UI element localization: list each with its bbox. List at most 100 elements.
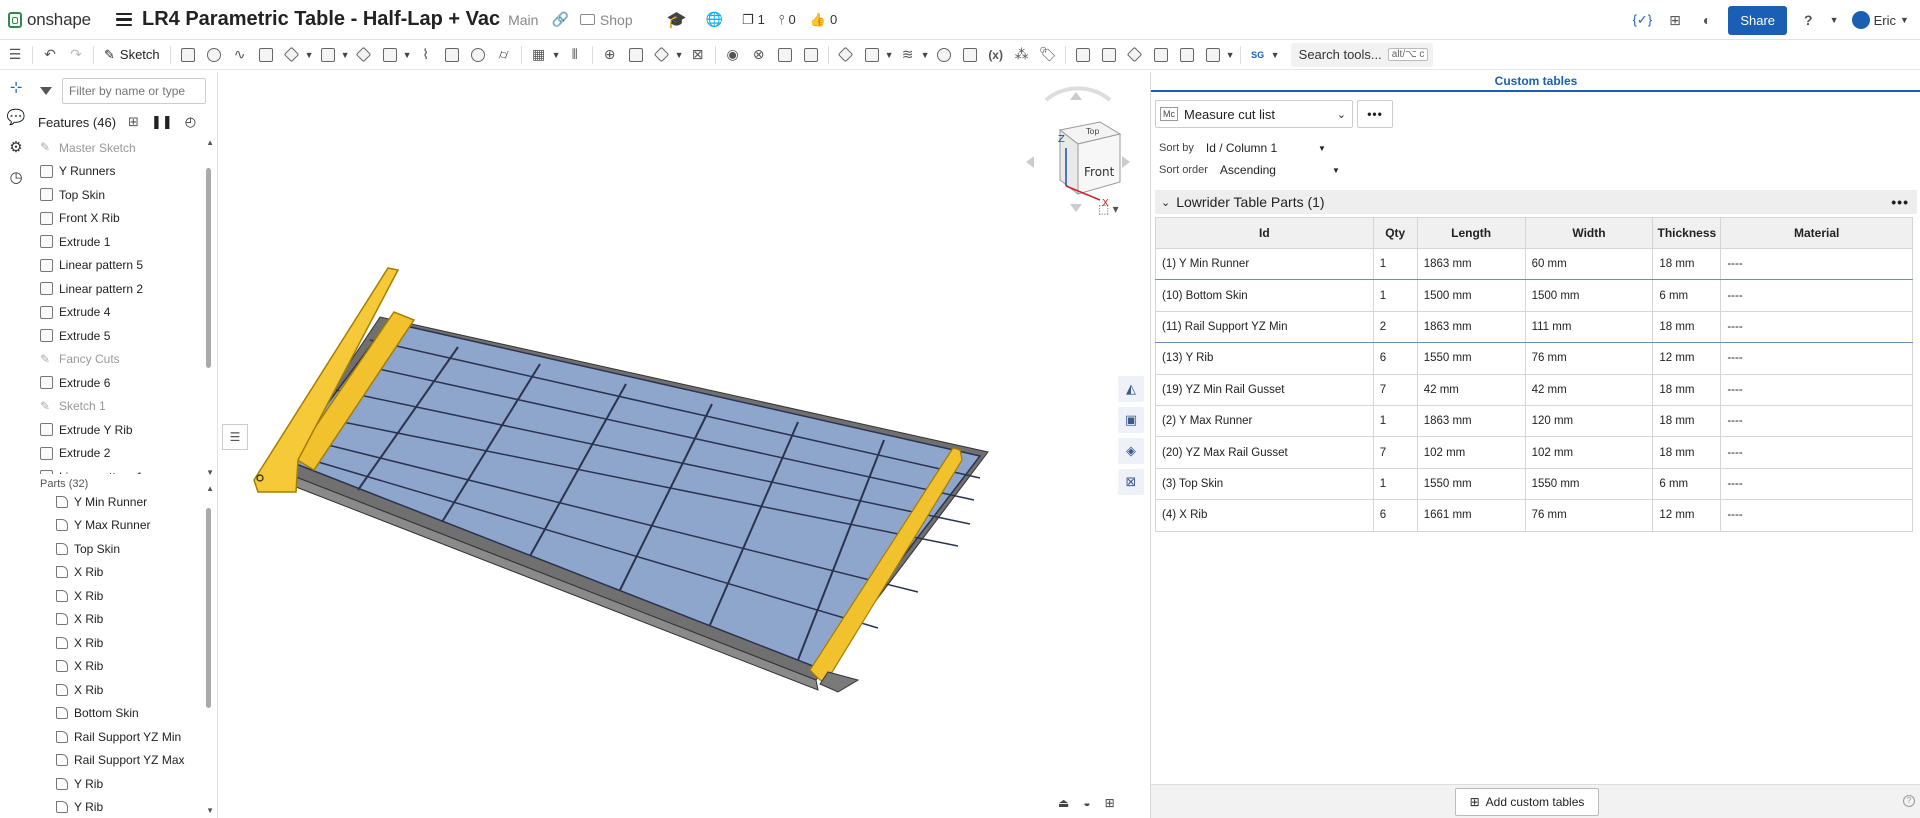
table-menu-icon[interactable]: ••• xyxy=(1891,194,1909,210)
table-row[interactable]: (3) Top Skin 1 1550 mm 1550 mm 6 mm ---- xyxy=(1155,467,1913,501)
table-options-button[interactable]: ••• xyxy=(1357,100,1393,128)
view-cube-front-label[interactable]: Front xyxy=(1084,165,1115,179)
feature-list-scrollbar[interactable] xyxy=(206,168,211,368)
split-icon[interactable] xyxy=(623,44,649,66)
chevron-down-icon[interactable]: ▼ xyxy=(341,50,351,60)
hole-icon[interactable] xyxy=(465,44,491,66)
assembly-icon[interactable]: ⁂ xyxy=(1009,44,1035,66)
part-item[interactable]: Bottom Skin xyxy=(32,702,204,726)
pause-icon[interactable]: ❚❚ xyxy=(151,114,173,130)
part-item[interactable]: Y Max Runner xyxy=(32,514,204,538)
table-row[interactable]: (4) X Rib 6 1661 mm 76 mm 12 mm ---- xyxy=(1155,499,1913,532)
user-menu[interactable]: Eric ▼ xyxy=(1851,11,1910,29)
folder-link[interactable]: Shop xyxy=(579,12,633,28)
branch-name[interactable]: Main xyxy=(508,12,538,28)
comments-icon[interactable]: 💬 xyxy=(0,102,32,132)
insert-feature-icon[interactable]: ⊹ xyxy=(0,72,32,102)
draft-icon[interactable] xyxy=(377,44,403,66)
render-mode-icon[interactable]: ◒ xyxy=(1083,796,1090,810)
rollback-timer-icon[interactable]: ◴ xyxy=(185,114,196,130)
delete-part-icon[interactable]: ⊠ xyxy=(685,44,711,66)
feature-list-icon[interactable]: ☰ xyxy=(2,44,28,66)
3d-viewport[interactable]: ☰ Top Front Z X ⬚ ▾ ⏏ ◒ ⊞ xyxy=(218,72,1148,818)
part-item[interactable]: Y Rib xyxy=(32,796,204,818)
search-tools-input[interactable]: Search tools... alt/⌥ c xyxy=(1290,42,1433,67)
variable-icon[interactable]: (x) xyxy=(983,44,1009,66)
sort-by-select[interactable]: Id / Column 1 ▼ xyxy=(1202,138,1330,158)
part-item[interactable]: Top Skin xyxy=(32,537,204,561)
table-row[interactable]: (1) Y Min Runner 1 1863 mm 60 mm 18 mm ---- xyxy=(1155,247,1913,281)
curve-icon[interactable]: ≋ xyxy=(895,44,921,66)
feature-item[interactable]: Top Skin xyxy=(32,183,204,207)
scroll-down-icon[interactable]: ▼ xyxy=(206,468,214,477)
parts-scroll-up-icon[interactable]: ▲ xyxy=(206,484,214,493)
help-icon[interactable]: ? xyxy=(1804,12,1813,28)
view-cube-top-label[interactable]: Top xyxy=(1085,127,1100,136)
unfold-icon[interactable] xyxy=(1174,44,1200,66)
frame-icon[interactable] xyxy=(1096,44,1122,66)
table-row[interactable]: (2) Y Max Runner 1 1863 mm 120 mm 18 mm ---- xyxy=(1155,404,1913,438)
mirror-icon[interactable]: ⫴ xyxy=(562,44,588,66)
camera-icon[interactable]: ⏏ xyxy=(1058,796,1069,810)
app-store-icon[interactable]: ⊞ xyxy=(1669,12,1681,29)
chevron-down-icon[interactable]: ▼ xyxy=(885,50,895,60)
feature-item[interactable]: Front X Rib xyxy=(32,207,204,231)
chevron-down-icon[interactable]: ▼ xyxy=(921,50,931,60)
tab-icon[interactable] xyxy=(1148,44,1174,66)
variables-icon[interactable]: {✓} xyxy=(1633,12,1653,28)
feature-item[interactable]: Y Runners xyxy=(32,160,204,184)
learning-icon[interactable]: 🎓 xyxy=(667,10,687,30)
feature-item[interactable]: Extrude 6 xyxy=(32,371,204,395)
configurations-icon[interactable]: ⚙ xyxy=(0,132,32,162)
feature-item[interactable]: ✎ Fancy Cuts xyxy=(32,348,204,372)
part-item[interactable]: Y Rib xyxy=(32,772,204,796)
feature-item[interactable]: Linear pattern 2 xyxy=(32,277,204,301)
feature-item[interactable]: Extrude 1 xyxy=(32,230,204,254)
chevron-down-icon[interactable]: ▼ xyxy=(675,50,685,60)
revolve-icon[interactable] xyxy=(201,44,227,66)
custom-feature-icon[interactable]: SG xyxy=(1245,44,1271,66)
pattern-icon[interactable]: ▦ xyxy=(526,44,552,66)
add-folder-icon[interactable]: ⊞ xyxy=(128,114,139,130)
help-icon[interactable]: ? xyxy=(1903,795,1915,807)
parts-list-scrollbar[interactable] xyxy=(206,508,211,708)
sort-order-select[interactable]: Ascending ▼ xyxy=(1216,160,1344,180)
part-item[interactable]: Rail Support YZ Max xyxy=(32,749,204,773)
table-row[interactable]: (19) YZ Min Rail Gusset 7 42 mm 42 mm 18 mm -… xyxy=(1155,373,1913,406)
feature-item[interactable]: Extrude 4 xyxy=(32,301,204,325)
sheet-metal-icon[interactable] xyxy=(1070,44,1096,66)
column-header[interactable]: Thickness xyxy=(1652,217,1722,249)
chamfer-icon[interactable] xyxy=(351,44,377,66)
sweep-icon[interactable]: ∿ xyxy=(227,44,253,66)
bom-panel-icon[interactable]: ▣ xyxy=(1118,407,1144,433)
scroll-up-icon[interactable]: ▲ xyxy=(206,138,214,147)
move-face-icon[interactable] xyxy=(772,44,798,66)
replace-face-icon[interactable] xyxy=(798,44,824,66)
custom-tables-panel-icon[interactable]: ⊠ xyxy=(1118,469,1144,495)
properties-panel-icon[interactable]: ◈ xyxy=(1118,438,1144,464)
chevron-down-icon[interactable]: ▼ xyxy=(1226,50,1236,60)
cylinder-icon[interactable]: ⌭ xyxy=(491,44,517,66)
column-header[interactable]: Material xyxy=(1720,217,1913,249)
section-view-icon[interactable]: ⊞ xyxy=(1105,796,1115,810)
feature-item[interactable]: Extrude Y Rib xyxy=(32,418,204,442)
feature-item[interactable]: Linear pattern 1 xyxy=(32,465,204,474)
chevron-down-icon[interactable]: ▼ xyxy=(403,50,413,60)
parts-scroll-down-icon[interactable]: ▼ xyxy=(206,806,214,815)
documents-count[interactable]: ❐ 1 xyxy=(742,12,765,28)
chevron-down-icon[interactable]: ▼ xyxy=(552,50,562,60)
table-model[interactable] xyxy=(218,72,1148,818)
view-cube[interactable]: Top Front Z X xyxy=(1018,82,1138,215)
loft-icon[interactable] xyxy=(253,44,279,66)
likes-count[interactable]: 👍 0 xyxy=(810,12,837,28)
column-header[interactable]: Width xyxy=(1524,217,1654,249)
chevron-down-icon[interactable]: ⌄ xyxy=(1161,196,1170,209)
feature-filter-input[interactable] xyxy=(62,78,206,104)
tag-icon[interactable]: 🏷 xyxy=(1035,44,1061,66)
fillet-icon[interactable] xyxy=(315,44,341,66)
table-row[interactable]: (13) Y Rib 6 1550 mm 76 mm 12 mm ---- xyxy=(1155,342,1913,375)
extrude-icon[interactable] xyxy=(175,44,201,66)
part-item[interactable]: Rail Support YZ Min xyxy=(32,725,204,749)
globe-status-icon[interactable]: ◐ xyxy=(1703,12,1711,28)
part-item[interactable]: Y Min Runner xyxy=(32,490,204,514)
